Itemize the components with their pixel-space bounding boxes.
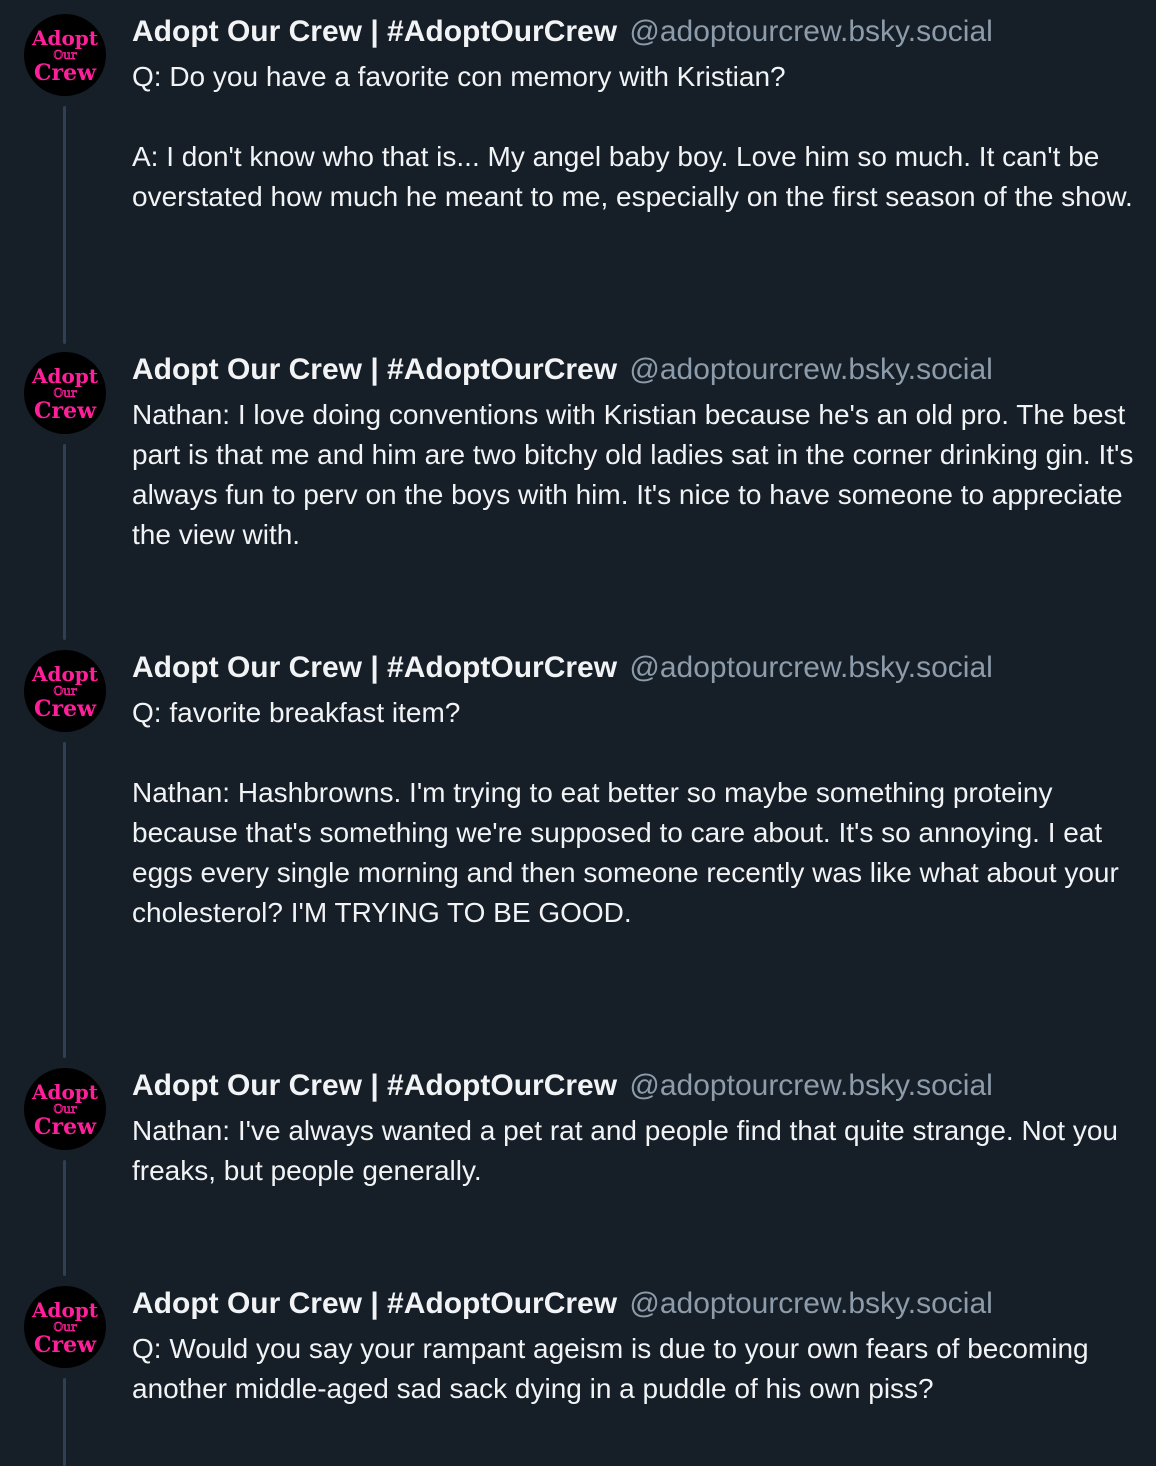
post-thread: Adopt Our Crew Adopt Our Crew | #AdoptOu… (0, 0, 1156, 1466)
svg-text:Crew: Crew (34, 696, 97, 722)
post-item[interactable]: Adopt Our Crew Adopt Our Crew | #AdoptOu… (0, 1054, 1156, 1264)
svg-text:Crew: Crew (34, 1114, 97, 1140)
adopt-our-crew-logo-icon: Adopt Our Crew (31, 1080, 99, 1140)
author-handle[interactable]: @adoptourcrew.bsky.social (629, 651, 992, 684)
post-header: Adopt Our Crew | #AdoptOurCrew @adoptour… (132, 648, 993, 688)
post-item[interactable]: Adopt Our Crew Adopt Our Crew | #AdoptOu… (0, 338, 1156, 628)
author-avatar-icon[interactable]: Adopt Our Crew (24, 14, 106, 96)
author-avatar-icon[interactable]: Adopt Our Crew (24, 1286, 106, 1368)
svg-text:Crew: Crew (34, 1332, 97, 1358)
svg-text:Adopt: Adopt (31, 1080, 99, 1104)
author-display-name[interactable]: Adopt Our Crew | #AdoptOurCrew (132, 1287, 617, 1320)
author-avatar-icon[interactable]: Adopt Our Crew (24, 1068, 106, 1150)
author-display-name[interactable]: Adopt Our Crew | #AdoptOurCrew (132, 1069, 617, 1102)
author-handle[interactable]: @adoptourcrew.bsky.social (629, 353, 992, 386)
author-display-name[interactable]: Adopt Our Crew | #AdoptOurCrew (132, 15, 617, 48)
author-handle[interactable]: @adoptourcrew.bsky.social (629, 15, 992, 48)
svg-text:Adopt: Adopt (31, 26, 99, 50)
post-header: Adopt Our Crew | #AdoptOurCrew @adoptour… (132, 1066, 993, 1106)
author-handle[interactable]: @adoptourcrew.bsky.social (629, 1069, 992, 1102)
post-body-text: Q: favorite breakfast item? Nathan: Hash… (132, 697, 1119, 928)
post-item[interactable]: Adopt Our Crew Adopt Our Crew | #AdoptOu… (0, 0, 1156, 320)
adopt-our-crew-logo-icon: Adopt Our Crew (31, 364, 99, 424)
post-body-text: Nathan: I've always wanted a pet rat and… (132, 1115, 1126, 1186)
post-header: Adopt Our Crew | #AdoptOurCrew @adoptour… (132, 350, 993, 390)
svg-text:Crew: Crew (34, 398, 97, 424)
svg-text:Adopt: Adopt (31, 1298, 99, 1322)
author-avatar-icon[interactable]: Adopt Our Crew (24, 650, 106, 732)
adopt-our-crew-logo-icon: Adopt Our Crew (31, 1298, 99, 1358)
post-item[interactable]: Adopt Our Crew Adopt Our Crew | #AdoptOu… (0, 636, 1156, 1046)
post-body-text: Nathan: I love doing conventions with Kr… (132, 399, 1142, 550)
author-display-name[interactable]: Adopt Our Crew | #AdoptOurCrew (132, 651, 617, 684)
adopt-our-crew-logo-icon: Adopt Our Crew (31, 26, 99, 86)
svg-text:Adopt: Adopt (31, 662, 99, 686)
author-display-name[interactable]: Adopt Our Crew | #AdoptOurCrew (132, 353, 617, 386)
author-handle[interactable]: @adoptourcrew.bsky.social (629, 1287, 992, 1320)
post-header: Adopt Our Crew | #AdoptOurCrew @adoptour… (132, 1284, 993, 1324)
post-body-text: Q: Would you say your rampant ageism is … (132, 1333, 1097, 1404)
adopt-our-crew-logo-icon: Adopt Our Crew (31, 662, 99, 722)
svg-text:Adopt: Adopt (31, 364, 99, 388)
post-body-text: Q: Do you have a favorite con memory wit… (132, 61, 1133, 212)
svg-text:Crew: Crew (34, 60, 97, 86)
author-avatar-icon[interactable]: Adopt Our Crew (24, 352, 106, 434)
post-item[interactable]: Adopt Our Crew Adopt Our Crew | #AdoptOu… (0, 1272, 1156, 1466)
post-header: Adopt Our Crew | #AdoptOurCrew @adoptour… (132, 12, 993, 52)
